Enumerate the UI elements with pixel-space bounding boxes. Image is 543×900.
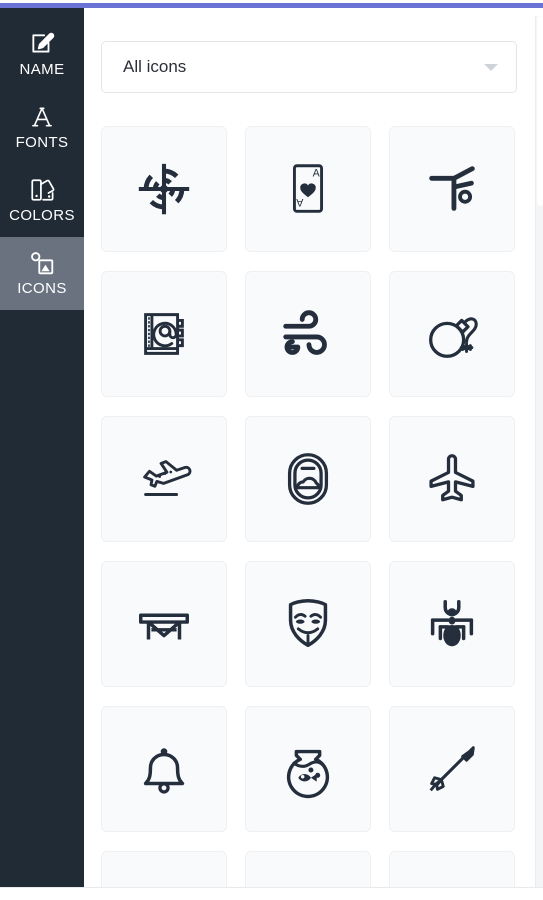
- icon-card-wind[interactable]: [245, 271, 371, 397]
- airplane-window-icon: [287, 453, 329, 505]
- grid-scrollbar-thumb[interactable]: [537, 16, 543, 206]
- icon-card-ace-of-hearts[interactable]: A A: [245, 126, 371, 252]
- svg-text:A: A: [295, 196, 303, 208]
- bell-icon: [143, 748, 185, 794]
- bomb-icon: [429, 317, 478, 358]
- airplane-takeoff-icon: [143, 460, 192, 496]
- address-book-icon: [144, 313, 184, 355]
- icon-card-arrow[interactable]: [389, 706, 515, 832]
- anonymous-mask-icon: [288, 599, 328, 648]
- ace-of-hearts-card-icon: A A: [292, 164, 324, 213]
- airplane-top-icon: [429, 454, 475, 502]
- acrobat-gymnast-icon: [429, 166, 475, 211]
- sidebar-item-icons[interactable]: ICONS: [0, 237, 84, 310]
- icon-grid: A A: [101, 126, 535, 900]
- sidebar-item-fonts[interactable]: FONTS: [0, 91, 84, 164]
- icon-card-crosshair-target[interactable]: [101, 126, 227, 252]
- icon-category-value: All icons: [123, 57, 187, 76]
- sidebar-item-colors[interactable]: COLORS: [0, 164, 84, 237]
- sidebar-item-label: COLORS: [9, 207, 75, 224]
- icon-card-address-book[interactable]: [101, 271, 227, 397]
- icon-card-airplane-takeoff[interactable]: [101, 416, 227, 542]
- icon-card-acrobat[interactable]: [389, 126, 515, 252]
- icon-card-airplane-window[interactable]: [245, 416, 371, 542]
- sidebar-item-name[interactable]: NAME: [0, 18, 84, 91]
- icon-card-ant[interactable]: [389, 561, 515, 687]
- svg-text:A: A: [313, 167, 321, 179]
- app-window: NAME FONTS COLORS ICONS All icons A A: [0, 0, 543, 900]
- icon-card-airplane-top[interactable]: [389, 416, 515, 542]
- pencil-square-icon: [29, 31, 55, 57]
- chevron-down-icon[interactable]: [484, 63, 498, 71]
- main-panel: All icons A A: [84, 8, 543, 900]
- sidebar-item-label: NAME: [19, 61, 65, 78]
- sidebar-item-label: FONTS: [15, 134, 69, 151]
- sidebar: NAME FONTS COLORS ICONS: [0, 8, 84, 898]
- grid-scrollbar[interactable]: [535, 16, 543, 888]
- icon-card-picnic-table[interactable]: [101, 561, 227, 687]
- icon-card-bomb[interactable]: [389, 271, 515, 397]
- aquarium-fishbowl-icon: [286, 749, 330, 799]
- icon-card-aquarium[interactable]: [245, 706, 371, 832]
- icon-card-anonymous-mask[interactable]: [245, 561, 371, 687]
- image-shapes-icon: [29, 250, 55, 276]
- app-body: NAME FONTS COLORS ICONS All icons A A: [0, 8, 543, 900]
- crosshair-target-icon: [138, 163, 190, 215]
- icon-card-bell[interactable]: [101, 706, 227, 832]
- ant-icon: [430, 599, 474, 647]
- picnic-table-icon: [139, 613, 189, 640]
- wind-icon: [283, 310, 327, 355]
- palette-icon: [29, 177, 55, 203]
- window-bottom-strip: [0, 887, 543, 900]
- arrow-icon: [429, 746, 475, 792]
- filter-area: All icons: [101, 8, 543, 93]
- letter-a-icon: [29, 104, 55, 130]
- icon-grid-scroll-area[interactable]: A A: [101, 126, 535, 900]
- icon-category-select[interactable]: All icons: [101, 41, 517, 93]
- sidebar-item-label: ICONS: [17, 280, 67, 297]
